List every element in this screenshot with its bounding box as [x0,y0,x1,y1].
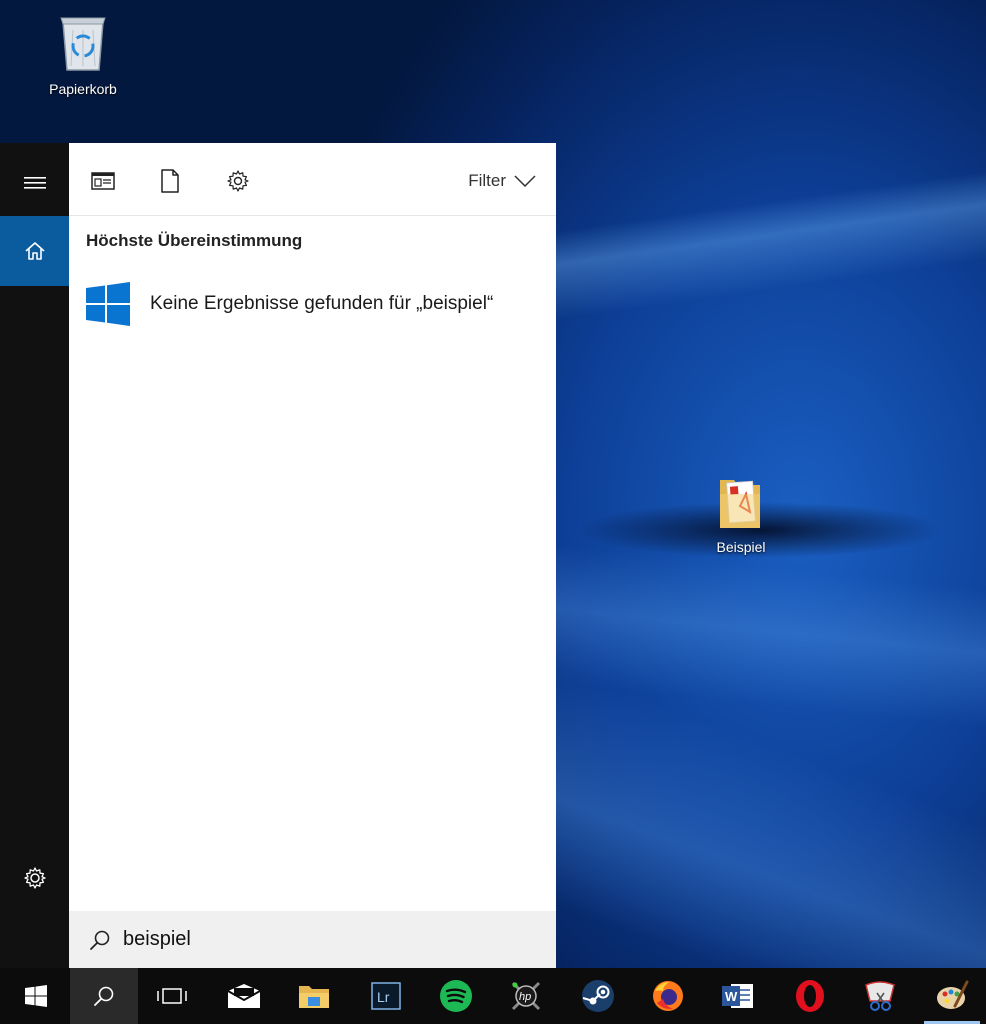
spotify-icon [440,980,472,1012]
settings-button[interactable] [0,843,69,913]
hamburger-menu-icon [23,177,46,189]
home-button[interactable] [0,216,69,286]
desktop-icon-recycle-bin[interactable]: Papierkorb [38,8,128,97]
lightroom-icon: Lr [371,982,401,1010]
taskbar: Lr hp W [0,968,986,1024]
desktop-icon-label: Papierkorb [49,81,117,97]
windows-logo-icon [86,282,130,326]
no-results-row: Keine Ergebnisse gefunden für „beispiel“ [69,273,556,335]
taskbar-snipping-tool-button[interactable] [846,968,914,1024]
task-view-icon [157,988,187,1004]
svg-text:W: W [725,989,738,1004]
search-box[interactable] [69,911,556,968]
settings-filter-button[interactable] [226,169,250,193]
settings-filter-icon [227,170,249,192]
svg-text:hp: hp [519,991,531,1003]
no-results-text: Keine Ergebnisse gefunden für „beispiel“ [150,293,494,314]
taskbar-spotify-button[interactable] [422,968,490,1024]
snipping-tool-icon [865,981,895,1011]
taskbar-lightroom-button[interactable]: Lr [352,968,420,1024]
desktop-icon-folder[interactable]: Beispiel [696,472,786,555]
search-filter-toolbar: Filter [69,143,556,216]
taskbar-word-button[interactable]: W [704,968,772,1024]
apps-filter-button[interactable] [91,169,115,193]
best-match-heading: Höchste Übereinstimmung [86,231,303,250]
gear-icon [23,867,46,889]
chevron-down-icon [514,175,536,187]
steam-icon [582,980,614,1012]
taskbar-hp-app-button[interactable]: hp [492,968,560,1024]
taskbar-opera-button[interactable] [776,968,844,1024]
folder-icon [720,480,760,528]
search-icon [90,930,110,950]
recycle-bin-icon [60,17,106,71]
documents-filter-button[interactable] [158,169,182,193]
start-search-panel: Filter Höchste Übereinstimmung Keine Erg… [0,143,556,968]
paint-icon [937,980,969,1009]
svg-text:Lr: Lr [377,989,390,1005]
taskbar-task-view-button[interactable] [138,968,206,1024]
hamburger-menu-button[interactable] [0,148,69,218]
taskbar-search-button[interactable] [70,968,138,1024]
search-icon [94,986,114,1006]
search-input[interactable] [123,928,503,951]
taskbar-file-explorer-button[interactable] [280,968,348,1024]
filter-dropdown[interactable]: Filter [468,171,536,191]
desktop-icon-label: Beispiel [716,539,766,555]
home-icon [24,242,45,260]
taskbar-paint-button[interactable] [918,968,986,1024]
filter-label: Filter [468,171,506,190]
taskbar-start-button[interactable] [2,968,70,1024]
taskbar-mail-button[interactable] [210,968,278,1024]
opera-icon [796,980,824,1012]
word-icon: W [722,984,753,1008]
folder-icon [299,986,329,1008]
search-results-pane: Filter Höchste Übereinstimmung Keine Erg… [69,143,556,968]
taskbar-firefox-button[interactable] [634,968,702,1024]
document-filter-icon [161,169,179,193]
apps-filter-icon [91,172,115,190]
hp-icon: hp [511,981,541,1011]
windows-start-icon [25,985,47,1007]
taskbar-steam-button[interactable] [564,968,632,1024]
mail-icon [227,984,261,1008]
start-rail [0,143,69,968]
firefox-icon [653,981,683,1011]
